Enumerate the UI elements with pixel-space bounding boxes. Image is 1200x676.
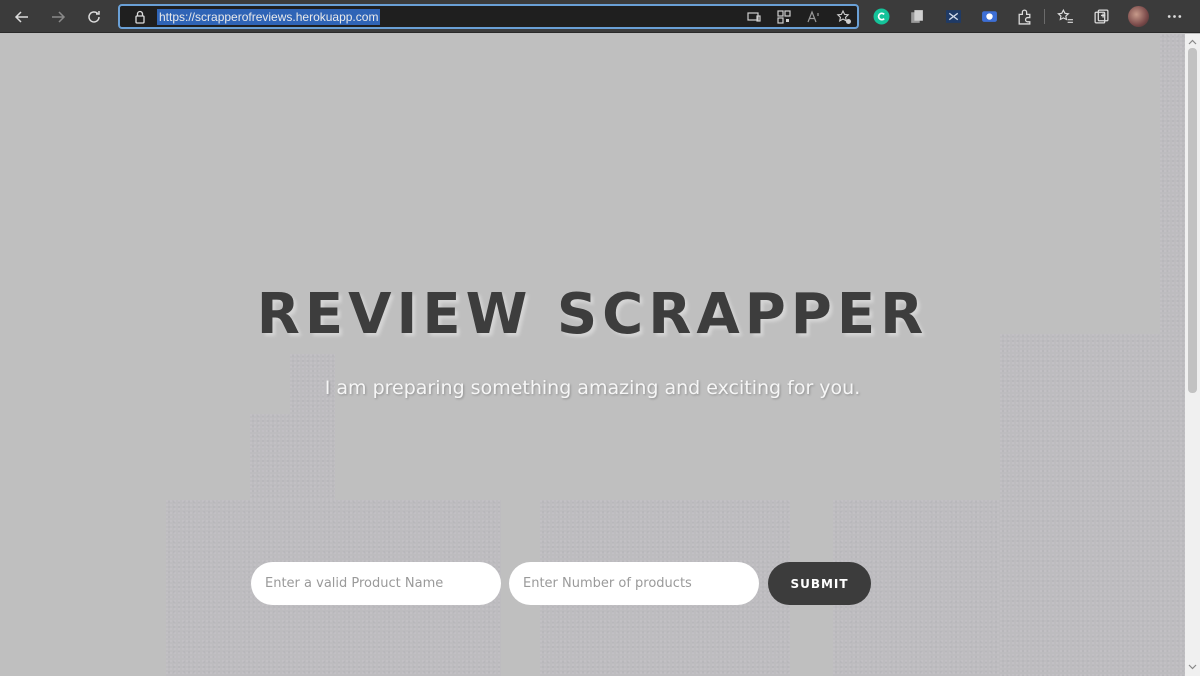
collections-icon[interactable]	[1093, 8, 1110, 25]
qr-code-icon[interactable]	[776, 9, 792, 25]
background-texture	[250, 414, 335, 504]
grammarly-icon[interactable]	[873, 8, 890, 25]
address-url[interactable]: https://scrapperofreviews.herokuapp.com	[157, 9, 381, 25]
read-aloud-icon[interactable]	[806, 9, 822, 25]
extension-capture-icon[interactable]	[981, 8, 998, 25]
page-subtitle: I am preparing something amazing and exc…	[324, 377, 861, 399]
extension-pages-icon[interactable]	[908, 8, 925, 25]
refresh-icon	[88, 11, 100, 23]
product-name-input[interactable]	[251, 562, 501, 605]
submit-button[interactable]: SUBMIT	[768, 562, 871, 605]
page-title: REVIEW SCRAPPER	[256, 282, 929, 347]
lock-icon[interactable]	[132, 9, 148, 25]
scroll-down-icon[interactable]	[1188, 662, 1197, 671]
browser-toolbar: https://scrapperofreviews.herokuapp.com	[0, 0, 1200, 33]
scrollbar-thumb[interactable]	[1188, 48, 1197, 393]
favorites-icon[interactable]	[1057, 8, 1074, 25]
toolbar-divider	[1044, 9, 1045, 24]
add-favorite-icon[interactable]	[836, 9, 852, 25]
avatar[interactable]	[1128, 6, 1149, 27]
page-viewport: REVIEW SCRAPPER I am preparing something…	[0, 34, 1185, 676]
back-button[interactable]	[8, 4, 36, 30]
extensions-icon[interactable]	[1016, 8, 1033, 25]
vertical-scrollbar[interactable]	[1185, 34, 1200, 676]
extension-screen-icon[interactable]	[945, 8, 962, 25]
more-icon[interactable]	[1166, 8, 1183, 25]
scroll-up-icon[interactable]	[1188, 38, 1197, 47]
app-available-icon[interactable]	[746, 9, 762, 25]
arrow-right-icon	[52, 11, 66, 23]
arrow-left-icon	[14, 11, 28, 23]
product-count-input[interactable]	[509, 562, 759, 605]
address-bar[interactable]: https://scrapperofreviews.herokuapp.com	[118, 4, 859, 29]
forward-button[interactable]	[44, 4, 72, 30]
refresh-button[interactable]	[80, 4, 108, 30]
